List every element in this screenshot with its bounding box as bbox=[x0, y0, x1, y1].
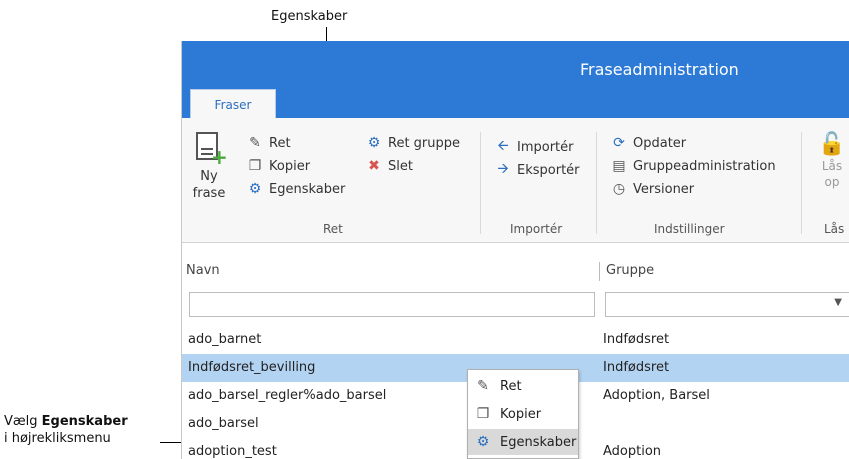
versions-button[interactable]: ◷ Versioner bbox=[610, 181, 694, 197]
new-phrase-label-2: frase bbox=[192, 186, 226, 201]
context-menu-copy-label: Kopier bbox=[500, 406, 542, 422]
cell-group: Indfødsret bbox=[603, 360, 670, 375]
gear-icon: ⚙ bbox=[367, 135, 381, 151]
cell-name: adoption_test bbox=[188, 444, 277, 459]
cell-name: ado_barsel bbox=[188, 416, 259, 431]
context-menu-edit[interactable]: ✎ Ret bbox=[468, 373, 578, 399]
ribbon-separator bbox=[480, 132, 481, 234]
export-label: Eksportér bbox=[517, 162, 580, 178]
ribbon: + Ny frase ✎ Ret ❐ Kopier ⚙ Egenskaber ⚙… bbox=[182, 118, 849, 243]
lock-icon: 🔓 bbox=[818, 132, 846, 157]
group-admin-label: Gruppeadministration bbox=[633, 158, 776, 174]
properties-label: Egenskaber bbox=[269, 181, 346, 197]
gear-icon: ⚙ bbox=[248, 181, 262, 197]
unlock-button[interactable]: 🔓 Lås op bbox=[815, 132, 849, 190]
callout-left-bold: Egenskaber bbox=[41, 414, 128, 429]
ribbon-separator bbox=[596, 132, 597, 234]
callout-left-prefix: Vælg bbox=[4, 414, 42, 429]
window-title: Fraseadministration bbox=[580, 60, 739, 79]
export-button[interactable]: 🡪 Eksportér bbox=[494, 158, 580, 182]
column-divider[interactable] bbox=[599, 262, 600, 281]
callout-left-label: Vælg Egenskaber i højrekliksmenu bbox=[4, 413, 128, 447]
name-filter-input[interactable] bbox=[189, 292, 595, 317]
gear-icon: ⚙ bbox=[476, 434, 490, 450]
edit-label: Ret bbox=[269, 135, 291, 151]
group-label-settings: Indstillinger bbox=[654, 222, 725, 236]
cell-group: Indfødsret bbox=[603, 332, 670, 347]
title-bar: Fraseadministration Fraser bbox=[182, 41, 849, 118]
properties-button[interactable]: ⚙ Egenskaber bbox=[246, 181, 346, 197]
cell-group: Adoption, Barsel bbox=[603, 388, 710, 403]
app-window: Fraseadministration Fraser + Ny frase ✎ … bbox=[181, 41, 849, 459]
tab-fraser[interactable]: Fraser bbox=[190, 89, 276, 118]
import-label: Importér bbox=[517, 139, 574, 155]
group-label-lock: Lås bbox=[824, 222, 845, 236]
new-phrase-button[interactable]: + Ny frase bbox=[190, 132, 228, 202]
delete-button[interactable]: ✖ Slet bbox=[365, 158, 413, 174]
document-icon: ▤ bbox=[612, 158, 626, 174]
import-button[interactable]: 🡨 Importér bbox=[494, 135, 574, 159]
edit-button[interactable]: ✎ Ret bbox=[246, 135, 291, 151]
group-label-edit: Ret bbox=[323, 222, 343, 236]
group-filter-select[interactable]: ▼ bbox=[605, 292, 849, 317]
arrow-left-icon: 🡨 bbox=[497, 138, 509, 154]
context-menu-copy[interactable]: ❐ Kopier bbox=[468, 401, 578, 427]
edit-group-button[interactable]: ⚙ Ret gruppe bbox=[365, 135, 460, 151]
edit-icon: ✎ bbox=[249, 135, 261, 151]
cell-name: Indfødsret_bevilling bbox=[188, 360, 316, 375]
cell-group: Adoption bbox=[603, 444, 662, 459]
refresh-icon: ⟳ bbox=[613, 135, 625, 151]
group-label-import: Importér bbox=[510, 222, 563, 236]
callout-properties-label: Egenskaber bbox=[271, 9, 348, 24]
cell-name: ado_barsel_regler%ado_barsel bbox=[188, 388, 387, 403]
grid-header: Navn Gruppe bbox=[182, 259, 849, 284]
copy-icon: ❐ bbox=[476, 406, 490, 422]
arrow-right-icon: 🡪 bbox=[497, 161, 509, 177]
refresh-button[interactable]: ⟳ Opdater bbox=[610, 135, 686, 151]
edit-group-label: Ret gruppe bbox=[388, 135, 461, 151]
callout-left-line2: i højrekliksmenu bbox=[4, 431, 111, 446]
unlock-label-2: op bbox=[824, 175, 840, 189]
versions-label: Versioner bbox=[633, 181, 695, 197]
copy-label: Kopier bbox=[269, 158, 311, 174]
delete-icon: ✖ bbox=[368, 158, 380, 174]
unlock-label-1: Lås bbox=[821, 159, 843, 173]
ribbon-separator bbox=[801, 132, 802, 234]
refresh-label: Opdater bbox=[633, 135, 687, 151]
context-menu-properties-label: Egenskaber bbox=[500, 434, 577, 450]
context-menu: ✎ Ret ❐ Kopier ⚙ Egenskaber bbox=[467, 369, 579, 459]
column-header-group[interactable]: Gruppe bbox=[606, 263, 654, 278]
delete-label: Slet bbox=[388, 158, 413, 174]
context-menu-properties[interactable]: ⚙ Egenskaber bbox=[468, 429, 578, 455]
context-menu-edit-label: Ret bbox=[500, 378, 522, 394]
new-document-icon: + bbox=[193, 132, 228, 167]
chevron-down-icon: ▼ bbox=[834, 297, 842, 308]
copy-icon: ❐ bbox=[248, 158, 262, 174]
table-row[interactable]: ado_barnet Indfødsret bbox=[182, 326, 849, 354]
edit-icon: ✎ bbox=[477, 378, 489, 394]
new-phrase-label-1: Ny bbox=[200, 169, 218, 184]
group-admin-button[interactable]: ▤ Gruppeadministration bbox=[610, 158, 776, 174]
copy-button[interactable]: ❐ Kopier bbox=[246, 158, 310, 174]
clock-icon: ◷ bbox=[612, 181, 626, 197]
column-header-name[interactable]: Navn bbox=[186, 263, 220, 278]
cell-name: ado_barnet bbox=[188, 332, 262, 347]
